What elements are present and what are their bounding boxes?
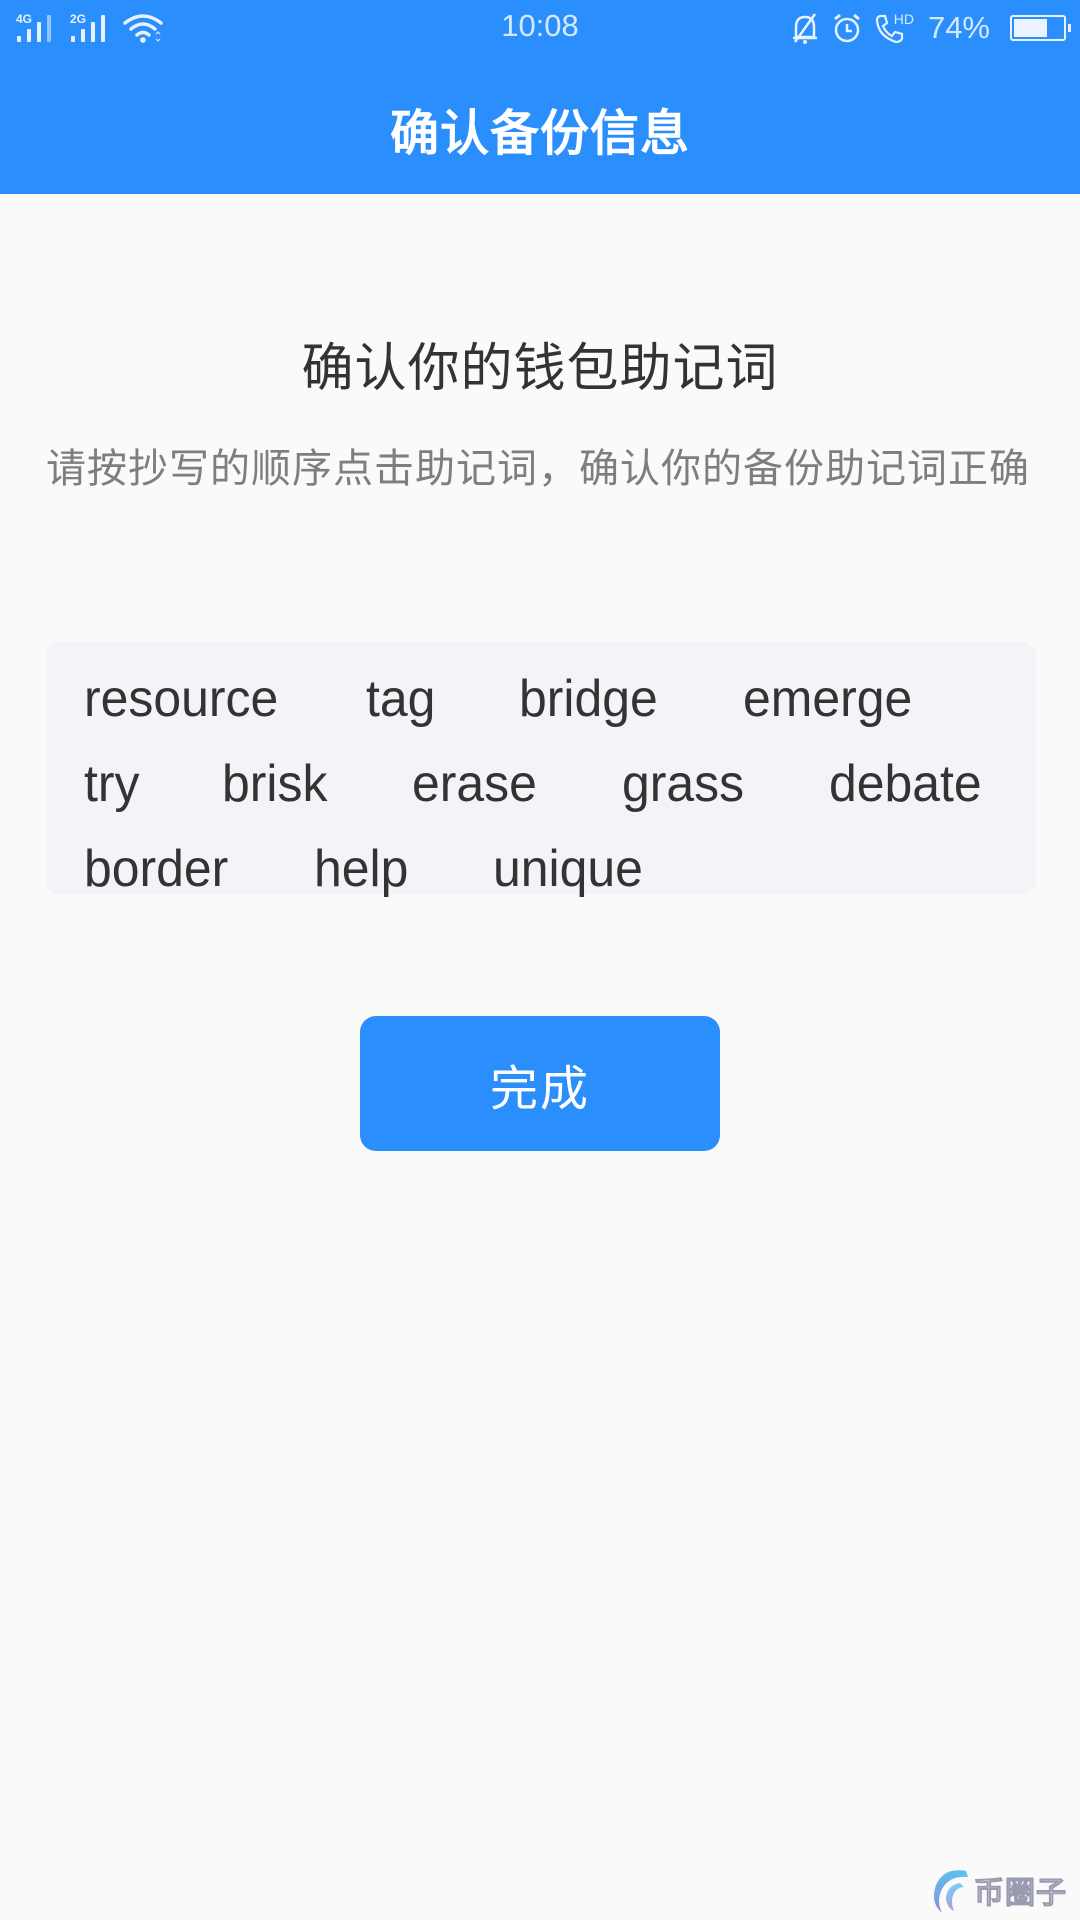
- mnemonic-word-box: resource tag bridge emerge try brisk erase gras…: [46, 642, 1036, 898]
- mnemonic-word[interactable]: border: [84, 839, 228, 899]
- mnemonic-word[interactable]: resource: [84, 669, 278, 729]
- page-title: 确认备份信息: [389, 105, 690, 162]
- word-row: resource tag bridge emerge: [84, 656, 1016, 741]
- watermark-logo-icon: [934, 1870, 968, 1913]
- alarm-icon: [833, 13, 860, 43]
- status-right: HD 74%: [790, 10, 1071, 46]
- mnemonic-word[interactable]: tag: [366, 669, 435, 729]
- mnemonic-word[interactable]: debate: [829, 754, 982, 814]
- instruction-text: 请按抄写的顺序点击助记词，确认你的备份助记词正确: [46, 446, 1030, 492]
- watermark-text: 币圈子: [974, 1876, 1067, 1912]
- done-button[interactable]: 完成: [360, 1016, 720, 1151]
- mnemonic-word[interactable]: bridge: [519, 669, 658, 729]
- battery-fill: [1014, 19, 1047, 37]
- mnemonic-word[interactable]: erase: [412, 754, 537, 814]
- word-row: border help unique: [84, 826, 1016, 911]
- mnemonic-word[interactable]: unique: [493, 839, 643, 899]
- mnemonic-word[interactable]: emerge: [743, 669, 912, 729]
- section-heading: 确认你的钱包助记词: [301, 339, 779, 399]
- hd-call-icon: HD: [874, 11, 914, 44]
- app-header: 4G 2G 10:08 HD 74% 确认备份信息: [0, 0, 1080, 194]
- word-row: try brisk erase grass debate: [84, 741, 1016, 826]
- battery-icon: [1010, 15, 1071, 41]
- mnemonic-word[interactable]: help: [314, 839, 408, 899]
- mute-bell-icon: [792, 13, 817, 44]
- mnemonic-word[interactable]: brisk: [222, 754, 327, 814]
- mnemonic-word[interactable]: grass: [622, 754, 744, 814]
- hd-label: HD: [893, 11, 914, 27]
- watermark: 币圈子: [930, 1860, 1080, 1920]
- battery-percent: 74%: [927, 10, 990, 45]
- status-bar: 4G 2G 10:08 HD 74%: [0, 0, 1080, 56]
- battery-nub: [1068, 24, 1071, 32]
- mnemonic-word[interactable]: try: [84, 754, 139, 814]
